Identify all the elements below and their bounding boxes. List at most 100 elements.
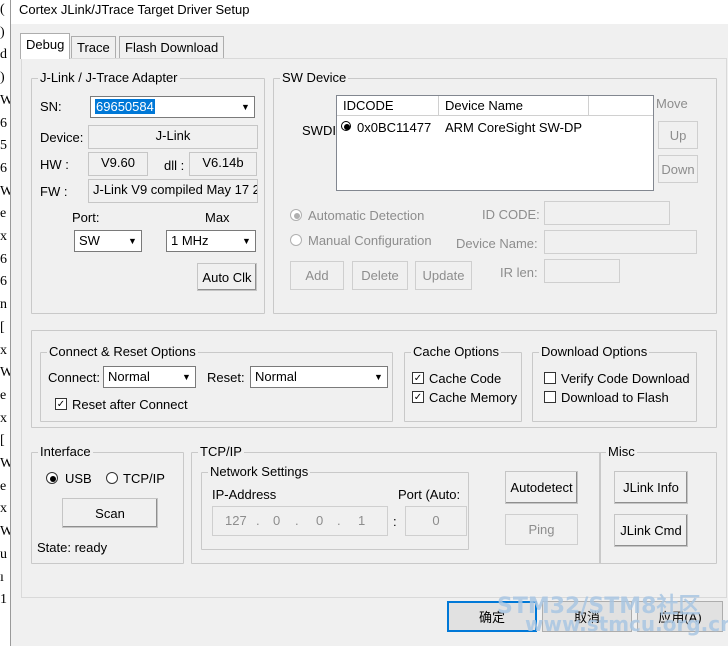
fw-label: FW : (40, 184, 68, 199)
tcp-port-value: 0 (432, 513, 440, 528)
sn-value: 69650584 (95, 99, 155, 114)
column-header-idcode[interactable]: IDCODE (337, 96, 439, 116)
gutter-char: 6 (0, 115, 7, 131)
delete-button[interactable]: Delete (352, 261, 408, 290)
chevron-down-icon[interactable]: ▼ (239, 232, 254, 250)
max-label: Max (205, 210, 230, 225)
fw-value: J-Link V9 compiled May 17 2 (93, 182, 258, 197)
move-down-button[interactable]: Down (658, 155, 698, 183)
max-clock-select[interactable]: 1 MHz ▼ (166, 230, 256, 252)
devname-input[interactable] (544, 230, 697, 254)
tcpip-group: TCP/IP Network Settings IP-Address 127 .… (191, 444, 601, 564)
chevron-down-icon[interactable]: ▼ (125, 232, 140, 250)
manual-configuration-label: Manual Configuration (308, 233, 432, 248)
usb-radio[interactable] (46, 472, 58, 484)
tab-debug[interactable]: Debug (20, 33, 71, 59)
gutter-char: x (0, 410, 7, 426)
gutter-char: ) (0, 24, 5, 40)
download-to-flash-checkbox[interactable] (544, 391, 556, 403)
sw-device-group: SW Device SWDI IDCODE Device Name 0x0BC1… (273, 70, 717, 314)
gutter-char: ) (0, 70, 5, 86)
manual-configuration-radio[interactable] (290, 234, 302, 246)
update-button[interactable]: Update (415, 261, 472, 290)
sn-select[interactable]: 69650584 ▼ (90, 96, 255, 118)
column-header-device-name[interactable]: Device Name (439, 96, 589, 116)
reset-after-connect-checkbox[interactable]: ✓ (55, 398, 67, 410)
watermark-url: www.stmcu.org.cn (525, 612, 728, 636)
ip-octet-2: 0 (273, 513, 281, 528)
gutter-char: x (0, 342, 7, 358)
device-label: Device: (40, 130, 84, 145)
port-value: SW (79, 233, 100, 248)
interface-group: Interface USB TCP/IP Scan State: ready (31, 444, 184, 564)
automatic-detection-radio[interactable] (290, 209, 302, 221)
chevron-down-icon[interactable]: ▼ (371, 368, 386, 386)
interface-group-label: Interface (38, 444, 93, 460)
gutter-char: n (0, 297, 7, 313)
jlink-info-label: JLink Info (623, 480, 679, 495)
ip-octet-4: 1 (358, 513, 366, 528)
gutter-char: 5 (0, 138, 7, 154)
cache-code-checkbox[interactable]: ✓ (412, 372, 424, 384)
misc-group-label: Misc (606, 444, 637, 460)
tab-trace-label: Trace (77, 40, 110, 55)
col-idcode-label: IDCODE (343, 98, 394, 113)
cache-code-label: Cache Code (429, 371, 502, 386)
idcode-input[interactable] (544, 201, 670, 225)
gutter-char: 6 (0, 251, 7, 267)
dll-value: V6.14b (202, 155, 244, 170)
port-label: Port: (72, 210, 100, 225)
auto-clk-button[interactable]: Auto Clk (197, 263, 257, 291)
gutter-char: ( (0, 2, 5, 17)
hw-field: V9.60 (88, 152, 148, 176)
gutter-char: W (0, 183, 10, 199)
adapter-group-label: J-Link / J-Trace Adapter (38, 70, 180, 86)
cache-memory-checkbox[interactable]: ✓ (412, 391, 424, 403)
jlink-setup-dialog: Cortex JLink/JTrace Target Driver Setup … (10, 0, 728, 646)
gutter-char: u (0, 546, 7, 562)
autodetect-button[interactable]: Autodetect (505, 471, 578, 504)
title-bar[interactable]: Cortex JLink/JTrace Target Driver Setup (11, 0, 728, 24)
add-label: Add (305, 268, 329, 283)
add-button[interactable]: Add (290, 261, 344, 290)
gutter-char: e (0, 206, 7, 222)
tcpip-radio[interactable] (106, 472, 118, 484)
selected-target-icon (341, 121, 351, 131)
ping-button[interactable]: Ping (505, 514, 578, 545)
list-item[interactable]: 0x0BC11477 ARM CoreSight SW-DP (341, 120, 641, 138)
connect-reset-group-label: Connect & Reset Options (47, 344, 198, 360)
verify-code-download-checkbox[interactable] (544, 372, 556, 384)
automatic-detection-label: Automatic Detection (308, 208, 425, 223)
jlink-cmd-button[interactable]: JLink Cmd (614, 514, 688, 547)
device-field: J-Link (88, 125, 258, 149)
reset-value: Normal (255, 369, 297, 384)
row-device-name: ARM CoreSight SW-DP (445, 120, 583, 135)
gutter-char: 6 (0, 274, 7, 290)
fw-field: J-Link V9 compiled May 17 2 (88, 179, 258, 203)
background-editor-gutter: () d) W 6 5 6 We x 6 6 n[x We x[We x Wu ı 1 (0, 0, 10, 646)
hw-value: V9.60 (101, 155, 135, 170)
reset-select[interactable]: Normal ▼ (250, 366, 388, 388)
sw-device-list[interactable]: IDCODE Device Name 0x0BC11477 ARM CoreSi… (336, 95, 654, 191)
chevron-down-icon[interactable]: ▼ (179, 368, 194, 386)
chevron-down-icon[interactable]: ▼ (238, 98, 253, 116)
tcp-port-input[interactable]: 0 (405, 506, 467, 536)
tab-flash-download[interactable]: Flash Download (119, 36, 225, 59)
jlink-info-button[interactable]: JLink Info (614, 471, 688, 504)
scan-button[interactable]: Scan (62, 498, 158, 528)
network-settings-label: Network Settings (208, 464, 311, 480)
ip-octet-3: 0 (316, 513, 324, 528)
gutter-char: e (0, 478, 7, 494)
state-text: State: ready (37, 540, 108, 555)
port-select[interactable]: SW ▼ (74, 230, 142, 252)
connect-select[interactable]: Normal ▼ (103, 366, 196, 388)
irlen-input[interactable] (544, 259, 620, 283)
tab-trace[interactable]: Trace (71, 36, 116, 59)
ip-address-input[interactable]: 127 . 0 . 0 . 1 (212, 506, 388, 536)
device-value: J-Link (155, 128, 191, 143)
move-up-label: Up (669, 127, 687, 143)
gutter-char: W (0, 524, 10, 540)
move-down-label: Down (661, 161, 695, 177)
move-up-button[interactable]: Up (658, 121, 698, 149)
sw-device-group-label: SW Device (280, 70, 349, 86)
